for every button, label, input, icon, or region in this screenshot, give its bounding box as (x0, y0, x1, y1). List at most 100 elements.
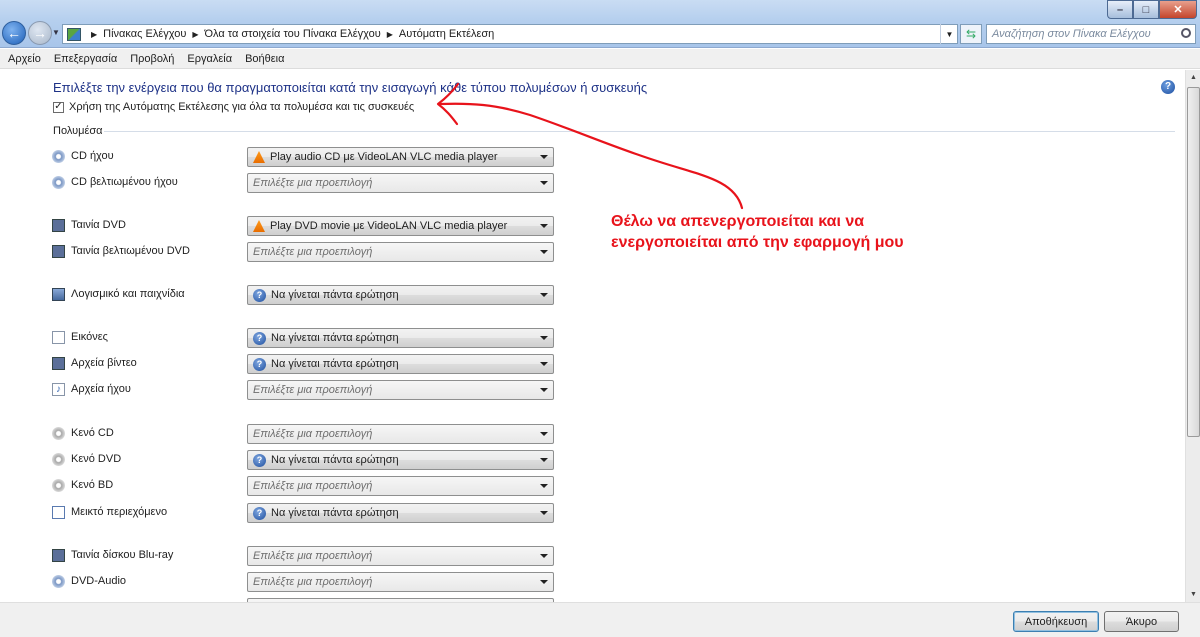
scroll-down-arrow-icon[interactable]: ▼ (1187, 587, 1200, 602)
help-icon[interactable]: ? (1161, 80, 1175, 94)
media-type-label: Μεικτό περιεχόμενο (71, 506, 168, 518)
media-row: Κενό CD Επιλέξτε μια προεπιλογή (50, 424, 560, 444)
document-icon (52, 331, 65, 344)
action-dropdown[interactable]: Επιλέξτε μια προεπιλογή (247, 572, 554, 592)
media-type-label: Λογισμικό και παιχνίδια (71, 288, 185, 300)
app-icon (52, 288, 65, 301)
dropdown-value: Επιλέξτε μια προεπιλογή (253, 576, 373, 588)
button-bar: Αποθήκευση Άκυρο (0, 602, 1200, 637)
scrollbar-thumb[interactable] (1187, 87, 1200, 437)
chevron-down-icon[interactable] (540, 250, 548, 254)
media-row: Αρχεία βίντεο ? Να γίνεται πάντα ερώτηση (50, 354, 560, 374)
chevron-down-icon[interactable] (540, 155, 548, 159)
chevron-down-icon[interactable] (540, 554, 548, 558)
annotation-note: Θέλω να απενεργοποιείται και να ενεργοπο… (611, 211, 904, 253)
breadcrumb-separator-icon[interactable]: ▶ (91, 30, 97, 39)
ask-icon: ? (253, 506, 266, 520)
action-dropdown[interactable]: ? Να γίνεται πάντα ερώτηση (247, 450, 554, 470)
film-icon (52, 245, 65, 258)
cancel-button[interactable]: Άκυρο (1104, 611, 1179, 632)
action-dropdown[interactable]: ? Να γίνεται πάντα ερώτηση (247, 328, 554, 348)
annotation-line: Θέλω να απενεργοποιείται και να (611, 213, 865, 230)
media-row: DVD-Audio Επιλέξτε μια προεπιλογή (50, 572, 560, 592)
dropdown-value: Play audio CD με VideoLAN VLC media play… (270, 151, 498, 163)
recent-pages-chevron-icon[interactable]: ▼ (52, 28, 62, 38)
dropdown-value: Επιλέξτε μια προεπιλογή (253, 428, 373, 440)
breadcrumb-separator-icon[interactable]: ▶ (192, 30, 198, 39)
action-dropdown[interactable]: Επιλέξτε μια προεπιλογή (247, 173, 554, 193)
film-icon (52, 549, 65, 562)
search-input[interactable]: Αναζήτηση στον Πίνακα Ελέγχου (986, 24, 1196, 44)
chevron-down-icon[interactable] (540, 293, 548, 297)
chevron-down-icon[interactable] (540, 181, 548, 185)
media-type-label: Κενό DVD (71, 453, 122, 465)
media-type-label: Ταινία DVD (71, 219, 126, 231)
action-dropdown[interactable]: Επιλέξτε μια προεπιλογή (247, 546, 554, 566)
disc-icon (52, 176, 65, 189)
action-dropdown[interactable]: Play DVD movie με VideoLAN VLC media pla… (247, 216, 554, 236)
chevron-down-icon[interactable] (540, 388, 548, 392)
action-dropdown[interactable]: ? Να γίνεται πάντα ερώτηση (247, 354, 554, 374)
section-divider (104, 131, 1175, 132)
chevron-down-icon[interactable] (540, 580, 548, 584)
menu-tools[interactable]: Εργαλεία (182, 53, 237, 65)
blank-disc-icon (52, 453, 65, 466)
search-icon[interactable] (1181, 28, 1191, 38)
forward-button[interactable]: → (28, 21, 52, 45)
action-dropdown[interactable]: ? Να γίνεται πάντα ερώτηση (247, 503, 554, 523)
media-row: Ταινία DVD Play DVD movie με VideoLAN VLC… (50, 216, 560, 236)
breadcrumb-item-control-panel[interactable]: Πίνακας Ελέγχου (103, 28, 186, 40)
chevron-down-icon[interactable] (540, 336, 548, 340)
autoplay-checkbox[interactable]: ✓ (53, 101, 64, 113)
action-dropdown[interactable]: Play audio CD με VideoLAN VLC media play… (247, 147, 554, 167)
action-dropdown[interactable]: Επιλέξτε μια προεπιλογή (247, 476, 554, 496)
chevron-down-icon[interactable] (540, 362, 548, 366)
chevron-down-icon[interactable] (540, 458, 548, 462)
media-type-label: CD ήχου (71, 150, 114, 162)
dropdown-value: Επιλέξτε μια προεπιλογή (253, 550, 373, 562)
media-type-label: CD βελτιωμένου ήχου (71, 176, 178, 188)
address-dropdown-icon[interactable]: ▼ (940, 24, 958, 44)
minimize-button[interactable]: – (1107, 0, 1133, 19)
breadcrumb-item-autoplay[interactable]: Αυτόματη Εκτέλεση (399, 28, 494, 40)
menu-edit[interactable]: Επεξεργασία (49, 53, 122, 65)
blank-disc-icon (52, 427, 65, 440)
media-type-label: DVD-Audio (71, 575, 127, 587)
dropdown-value: Play DVD movie με VideoLAN VLC media pla… (270, 220, 508, 232)
ask-icon: ? (253, 453, 266, 467)
media-type-label: Αρχεία βίντεο (71, 357, 137, 369)
refresh-button[interactable]: ⇆ (960, 24, 982, 44)
blank-disc-icon (52, 479, 65, 492)
dropdown-value: Επιλέξτε μια προεπιλογή (253, 480, 373, 492)
menu-file[interactable]: Αρχείο (3, 53, 46, 65)
media-type-label: Αρχεία ήχου (71, 383, 131, 395)
dropdown-value: Επιλέξτε μια προεπιλογή (253, 246, 373, 258)
menu-view[interactable]: Προβολή (125, 53, 179, 65)
media-row: Λογισμικό και παιχνίδια ? Να γίνεται πάντα… (50, 285, 560, 305)
autoplay-checkbox-label[interactable]: Χρήση της Αυτόματης Εκτέλεσης για όλα τα… (69, 101, 414, 113)
save-button[interactable]: Αποθήκευση (1013, 611, 1099, 632)
back-button[interactable]: ← (2, 21, 26, 45)
media-row: CD βελτιωμένου ήχου Επιλέξτε μια προεπιλο… (50, 173, 560, 193)
address-bar[interactable]: ▶ Πίνακας Ελέγχου ▶ Όλα τα στοιχεία του … (62, 24, 958, 44)
chevron-down-icon[interactable] (540, 484, 548, 488)
chevron-down-icon[interactable] (540, 224, 548, 228)
action-dropdown[interactable]: Επιλέξτε μια προεπιλογή (247, 242, 554, 262)
media-type-label: Ταινία δίσκου Blu-ray (71, 549, 174, 561)
scroll-up-arrow-icon[interactable]: ▲ (1187, 70, 1200, 85)
action-dropdown[interactable]: Επιλέξτε μια προεπιλογή (247, 424, 554, 444)
close-button[interactable]: ✕ (1159, 0, 1197, 19)
action-dropdown[interactable]: ? Να γίνεται πάντα ερώτηση (247, 285, 554, 305)
chevron-down-icon[interactable] (540, 511, 548, 515)
action-dropdown[interactable]: Επιλέξτε μια προεπιλογή (247, 380, 554, 400)
maximize-button[interactable]: □ (1133, 0, 1159, 19)
vertical-scrollbar[interactable]: ▲ ▼ (1185, 70, 1200, 602)
breadcrumb-separator-icon[interactable]: ▶ (387, 30, 393, 39)
section-heading-media: Πολυμέσα (53, 125, 103, 137)
media-row: Εικόνες? Να γίνεται πάντα ερώτηση (50, 328, 560, 348)
menu-help[interactable]: Βοήθεια (240, 53, 289, 65)
disc-icon (52, 575, 65, 588)
chevron-down-icon[interactable] (540, 432, 548, 436)
autoplay-option[interactable]: ✓ Χρήση της Αυτόματης Εκτέλεσης για όλα … (53, 101, 414, 113)
breadcrumb-item-all-items[interactable]: Όλα τα στοιχεία του Πίνακα Ελέγχου (205, 28, 381, 40)
